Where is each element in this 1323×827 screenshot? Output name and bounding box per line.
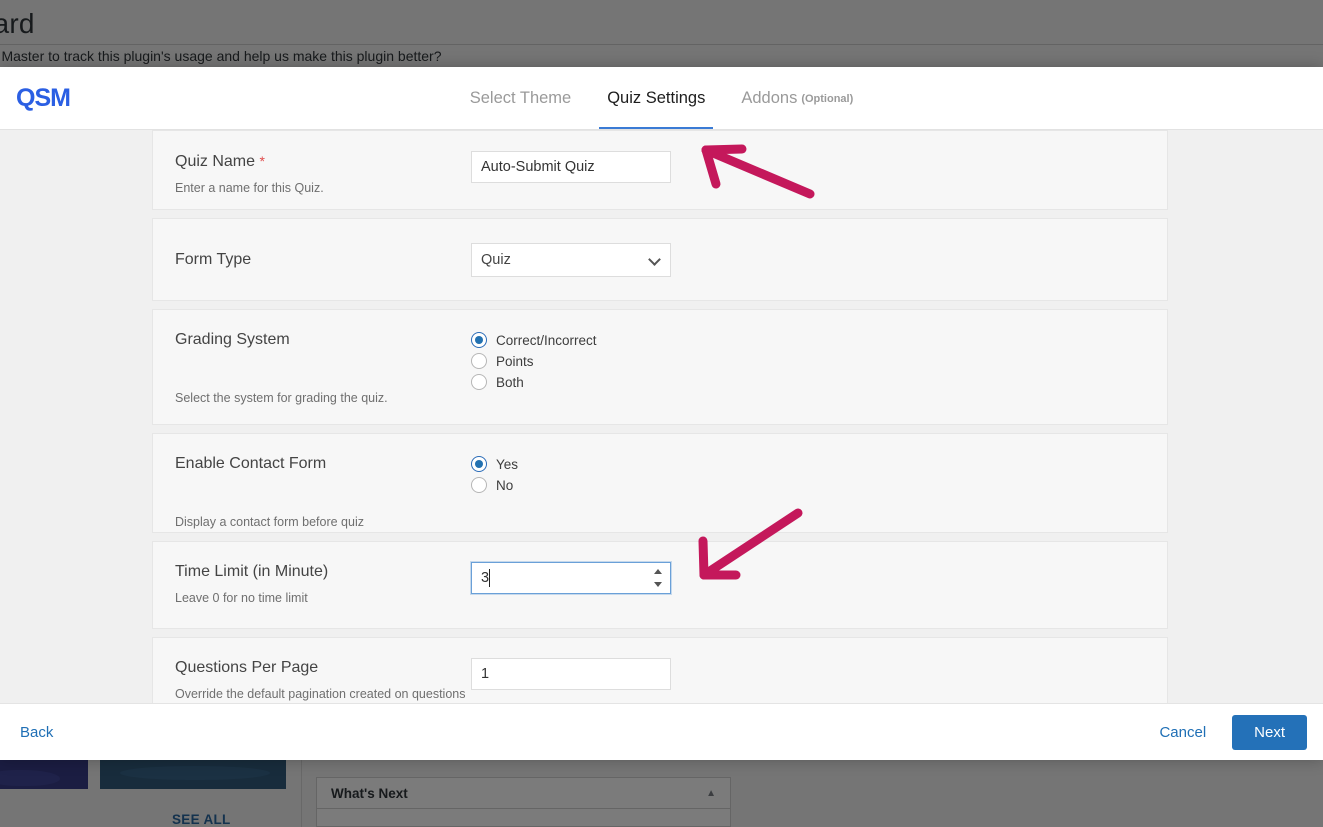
setting-row-grading-system: Grading System Select the system for gra… [152,309,1168,425]
radio-option-yes[interactable]: Yes [471,456,1145,472]
time-limit-description: Leave 0 for no time limit [175,591,308,605]
grading-system-left: Grading System Select the system for gra… [153,330,471,406]
questions-per-page-description: Override the default pagination created … [175,687,466,701]
text-cursor [489,569,490,587]
grading-system-right: Correct/Incorrect Points Both [471,330,1167,390]
enable-contact-form-right: Yes No [471,454,1167,493]
grading-system-radio-group: Correct/Incorrect Points Both [471,330,1145,390]
stepper-down-icon[interactable] [654,582,662,587]
form-type-right: Quiz [471,242,1167,277]
radio-label-correct-incorrect: Correct/Incorrect [496,332,597,348]
setting-row-questions-per-page: Questions Per Page Override the default … [152,637,1168,703]
radio-button-icon[interactable] [471,374,487,390]
radio-button-icon[interactable] [471,332,487,348]
tab-addons[interactable]: Addons (Optional) [723,67,871,130]
form-type-left: Form Type [153,250,471,270]
radio-button-icon[interactable] [471,353,487,369]
radio-option-no[interactable]: No [471,477,1145,493]
modal-body: Quiz Name * Enter a name for this Quiz. … [0,130,1323,703]
radio-button-icon[interactable] [471,456,487,472]
grading-system-label: Grading System [175,331,290,348]
enable-contact-form-description: Display a contact form before quiz [175,515,364,529]
quiz-name-input[interactable] [471,151,671,183]
back-button[interactable]: Back [16,718,57,747]
settings-rows: Quiz Name * Enter a name for this Quiz. … [152,130,1168,703]
form-type-selected-value: Quiz [481,251,511,268]
modal-header: QSM Select Theme Quiz Settings Addons (O… [0,67,1323,130]
radio-label-both: Both [496,374,524,390]
setting-row-form-type: Form Type Quiz [152,218,1168,301]
time-limit-number-wrap [471,562,671,594]
radio-button-icon[interactable] [471,477,487,493]
tab-quiz-settings[interactable]: Quiz Settings [589,67,723,130]
modal-tabs: Select Theme Quiz Settings Addons (Optio… [0,67,1323,130]
radio-label-yes: Yes [496,456,519,472]
questions-per-page-input[interactable] [471,658,671,690]
tab-select-theme[interactable]: Select Theme [452,67,590,130]
radio-option-both[interactable]: Both [471,374,1145,390]
questions-per-page-left: Questions Per Page Override the default … [153,658,471,703]
quiz-name-right [471,151,1167,183]
time-limit-input[interactable] [471,562,671,594]
tab-select-theme-label: Select Theme [469,89,572,107]
tab-addons-optional-suffix: (Optional) [801,92,854,105]
setting-row-time-limit: Time Limit (in Minute) Leave 0 for no ti… [152,541,1168,629]
form-type-label: Form Type [175,250,252,268]
radio-label-no: No [496,477,514,493]
tab-addons-label: Addons [741,89,798,107]
quiz-setup-modal: QSM Select Theme Quiz Settings Addons (O… [0,67,1323,760]
form-type-select-wrap: Quiz [471,242,671,277]
form-type-select[interactable]: Quiz [471,242,671,277]
quiz-name-label: Quiz Name * [175,151,471,172]
questions-per-page-right [471,658,1167,690]
cancel-button[interactable]: Cancel [1155,718,1210,747]
radio-label-points: Points [496,353,534,369]
next-button[interactable]: Next [1232,714,1307,750]
enable-contact-form-label: Enable Contact Form [175,455,327,472]
setting-row-quiz-name: Quiz Name * Enter a name for this Quiz. [152,130,1168,210]
screen-root: board Survey Master to track this plugin… [0,0,1323,827]
quiz-name-description: Enter a name for this Quiz. [175,181,324,195]
radio-option-points[interactable]: Points [471,353,1145,369]
grading-system-description: Select the system for grading the quiz. [175,391,388,405]
quiz-name-label-text: Quiz Name [175,153,256,170]
modal-footer: Back Cancel Next [0,703,1323,760]
enable-contact-form-radio-group: Yes No [471,454,1145,493]
enable-contact-form-left: Enable Contact Form Display a contact fo… [153,454,471,530]
questions-per-page-label: Questions Per Page [175,659,319,676]
number-stepper[interactable] [653,569,663,587]
tab-quiz-settings-label: Quiz Settings [607,89,706,107]
radio-option-correct-incorrect[interactable]: Correct/Incorrect [471,332,1145,348]
quiz-name-left: Quiz Name * Enter a name for this Quiz. [153,151,471,196]
stepper-up-icon[interactable] [654,569,662,574]
setting-row-enable-contact-form: Enable Contact Form Display a contact fo… [152,433,1168,533]
time-limit-left: Time Limit (in Minute) Leave 0 for no ti… [153,562,471,606]
footer-right-actions: Cancel Next [1155,714,1307,750]
time-limit-right [471,562,1167,594]
required-asterisk-icon: * [259,153,265,169]
time-limit-label: Time Limit (in Minute) [175,563,329,580]
